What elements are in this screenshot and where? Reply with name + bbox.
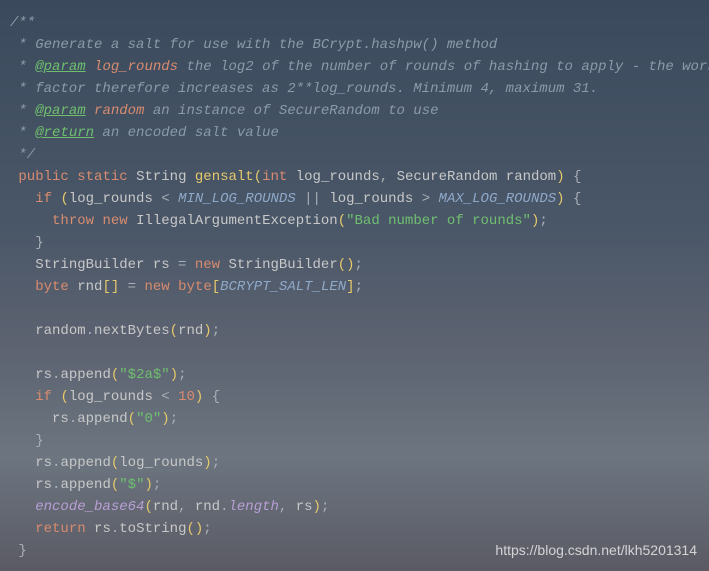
keyword-public: public <box>18 169 68 185</box>
const-max-log-rounds: MAX_LOG_ROUNDS <box>439 191 557 207</box>
javadoc-param-tag: @param <box>35 59 85 75</box>
code-block: /** * Generate a salt for use with the B… <box>10 12 699 562</box>
watermark-text: https://blog.csdn.net/lkh5201314 <box>495 539 697 561</box>
type-string: String <box>136 169 186 185</box>
javadoc-line: /** <box>10 15 35 31</box>
javadoc-line: * @param random an instance of SecureRan… <box>10 103 439 119</box>
method-name: gensalt <box>195 169 254 185</box>
javadoc-line: * factor therefore increases as 2**log_r… <box>10 81 598 97</box>
method-encode-base64: encode_base64 <box>35 499 144 515</box>
string-literal: "0" <box>136 411 161 427</box>
javadoc-line: * @param log_rounds the log2 of the numb… <box>10 59 709 75</box>
keyword-byte: byte <box>35 279 69 295</box>
string-literal: "$2a$" <box>119 367 169 383</box>
keyword-throw: throw <box>52 213 94 229</box>
javadoc-param-tag: @param <box>35 103 85 119</box>
keyword-new: new <box>102 213 127 229</box>
const-min-log-rounds: MIN_LOG_ROUNDS <box>178 191 296 207</box>
keyword-static: static <box>77 169 127 185</box>
javadoc-line: */ <box>10 147 35 163</box>
javadoc-line: * @return an encoded salt value <box>10 125 279 141</box>
number-literal: 10 <box>178 389 195 405</box>
const-bcrypt-salt-len: BCRYPT_SALT_LEN <box>220 279 346 295</box>
keyword-if: if <box>35 191 52 207</box>
javadoc-line: * Generate a salt for use with the BCryp… <box>10 37 497 53</box>
string-literal: "Bad number of rounds" <box>346 213 531 229</box>
keyword-return: return <box>35 521 85 537</box>
keyword-int: int <box>262 169 287 185</box>
string-literal: "$" <box>119 477 144 493</box>
field-length: length <box>229 499 279 515</box>
javadoc-return-tag: @return <box>35 125 94 141</box>
